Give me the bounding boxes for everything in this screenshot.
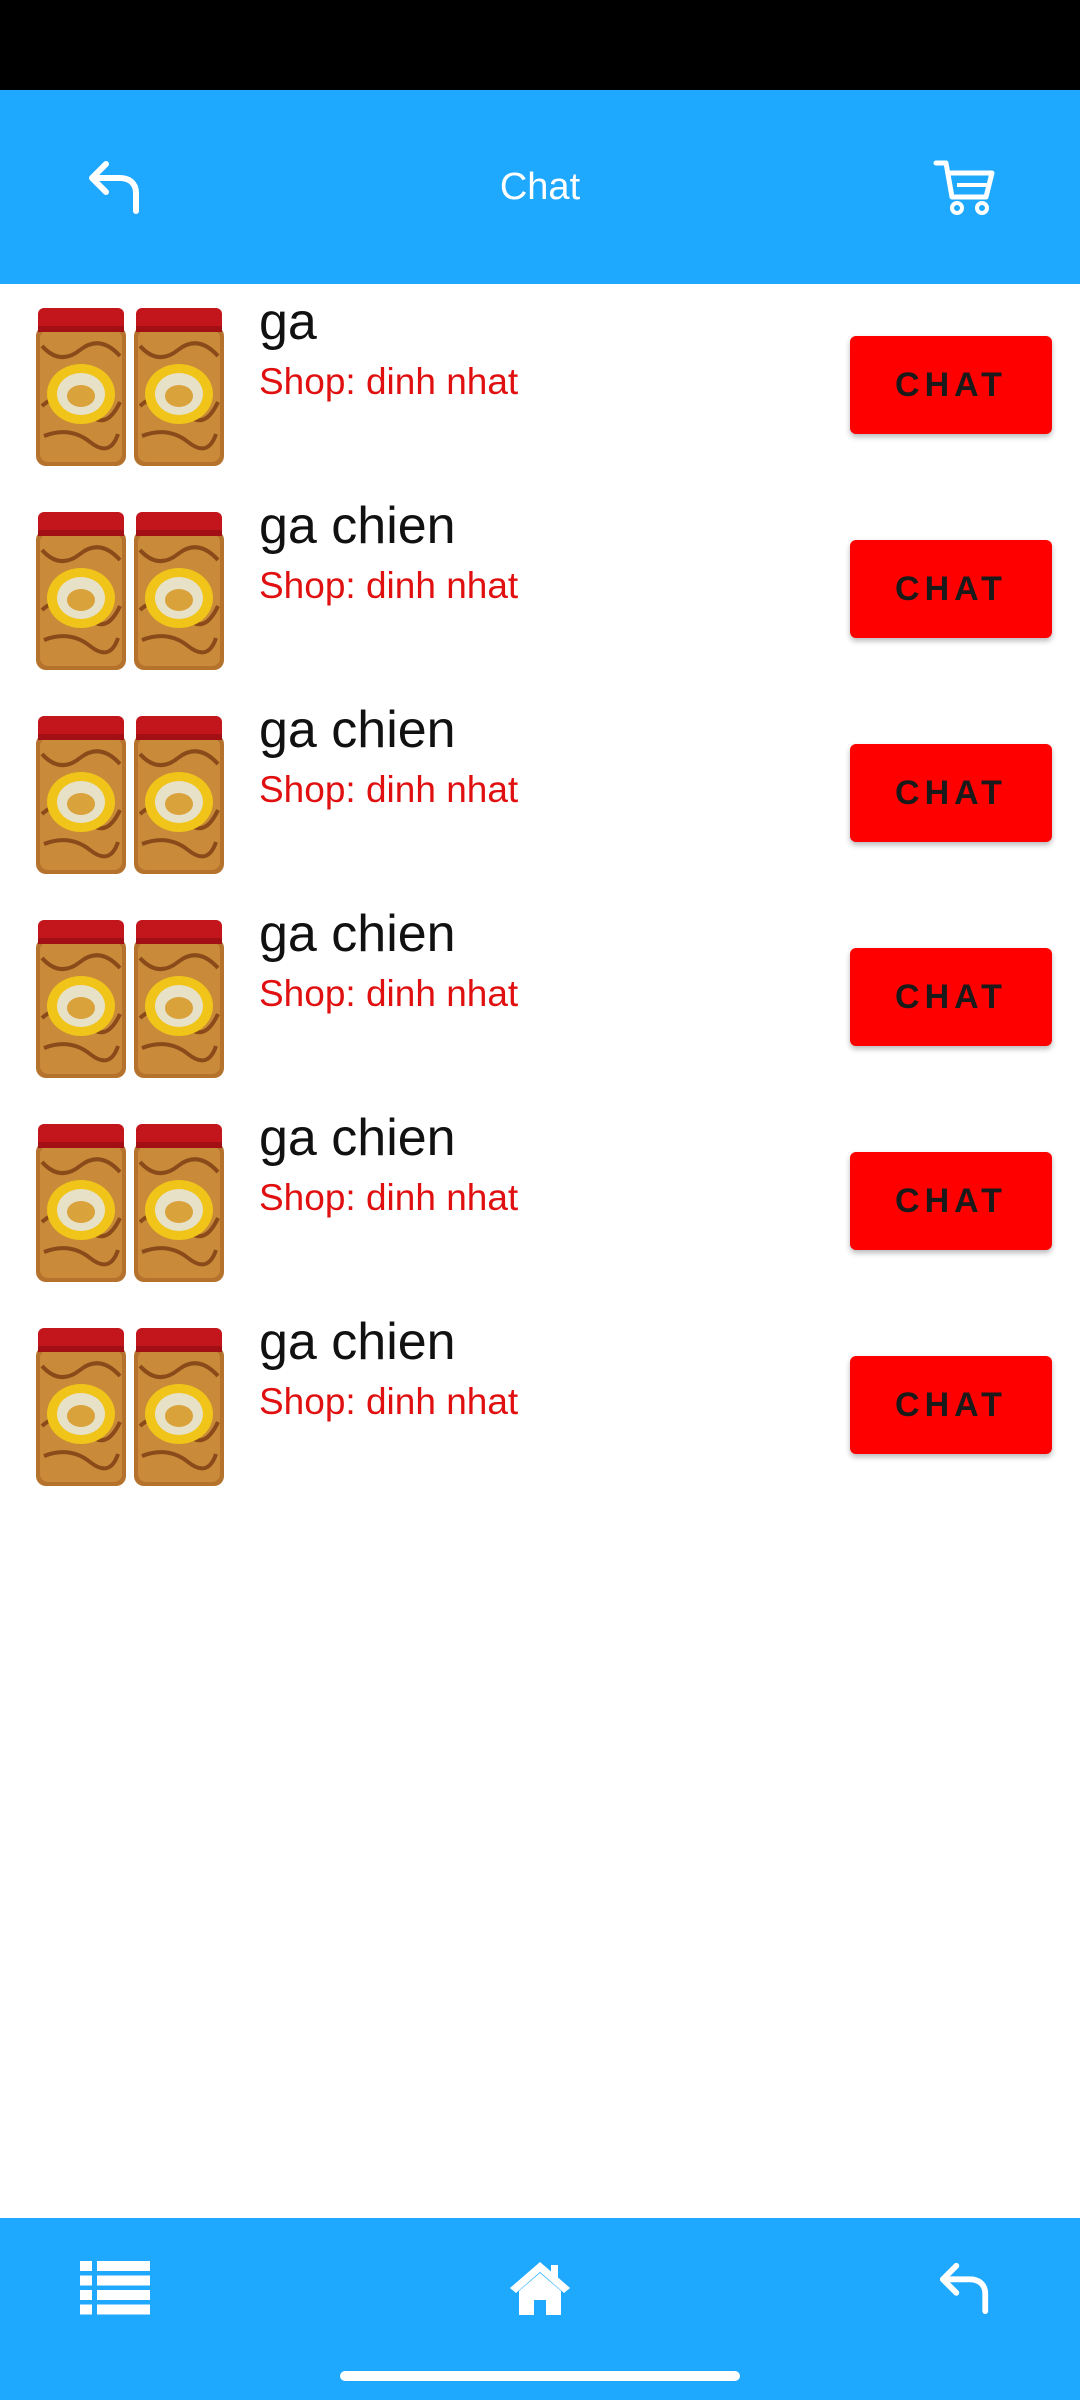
product-name: ga chien	[259, 701, 456, 759]
product-name: ga chien	[259, 905, 456, 963]
product-image	[30, 510, 230, 672]
list-icon	[80, 2261, 150, 2315]
shop-name: Shop: dinh nhat	[259, 565, 519, 606]
status-bar	[0, 0, 1080, 90]
product-image	[30, 306, 230, 468]
list-item[interactable]: ga chien Shop: dinh nhat CHAT	[0, 896, 1080, 1100]
product-name: ga chien	[259, 1313, 456, 1371]
product-name: ga chien	[259, 1109, 456, 1167]
shop-name: Shop: dinh nhat	[259, 361, 519, 402]
chat-button[interactable]: CHAT	[850, 540, 1052, 638]
home-indicator[interactable]	[340, 2371, 740, 2381]
shop-name: Shop: dinh nhat	[259, 973, 519, 1014]
app-bar: Chat	[0, 90, 1080, 284]
product-image	[30, 1122, 230, 1284]
product-image	[30, 714, 230, 876]
shopping-cart-icon	[933, 160, 995, 215]
list-item[interactable]: ga chien Shop: dinh nhat CHAT	[0, 692, 1080, 896]
list-button[interactable]	[65, 2238, 165, 2338]
shop-name: Shop: dinh nhat	[259, 1177, 519, 1218]
shop-name: Shop: dinh nhat	[259, 1381, 519, 1422]
list-item[interactable]: ga chien Shop: dinh nhat CHAT	[0, 1100, 1080, 1304]
list-item[interactable]: ga Shop: dinh nhat CHAT	[0, 284, 1080, 488]
home-icon	[510, 2262, 570, 2315]
chat-button[interactable]: CHAT	[850, 744, 1052, 842]
back-arrow-icon	[939, 2262, 989, 2315]
cart-button[interactable]	[920, 142, 1010, 232]
shop-name: Shop: dinh nhat	[259, 769, 519, 810]
chat-button[interactable]: CHAT	[850, 948, 1052, 1046]
list-item[interactable]: ga chien Shop: dinh nhat CHAT	[0, 488, 1080, 692]
chat-button[interactable]: CHAT	[850, 1152, 1052, 1250]
product-name: ga chien	[259, 497, 456, 555]
bottom-back-button[interactable]	[915, 2238, 1015, 2338]
chat-button[interactable]: CHAT	[850, 336, 1052, 434]
product-name: ga	[259, 293, 317, 351]
product-image	[30, 1326, 230, 1488]
page-title: Chat	[499, 166, 581, 208]
list-item[interactable]: ga chien Shop: dinh nhat CHAT	[0, 1304, 1080, 1508]
chat-button[interactable]: CHAT	[850, 1356, 1052, 1454]
home-button[interactable]	[490, 2238, 590, 2338]
product-image	[30, 918, 230, 1080]
chat-list: ga Shop: dinh nhat CHAT ga chien Shop: d…	[0, 284, 1080, 1508]
